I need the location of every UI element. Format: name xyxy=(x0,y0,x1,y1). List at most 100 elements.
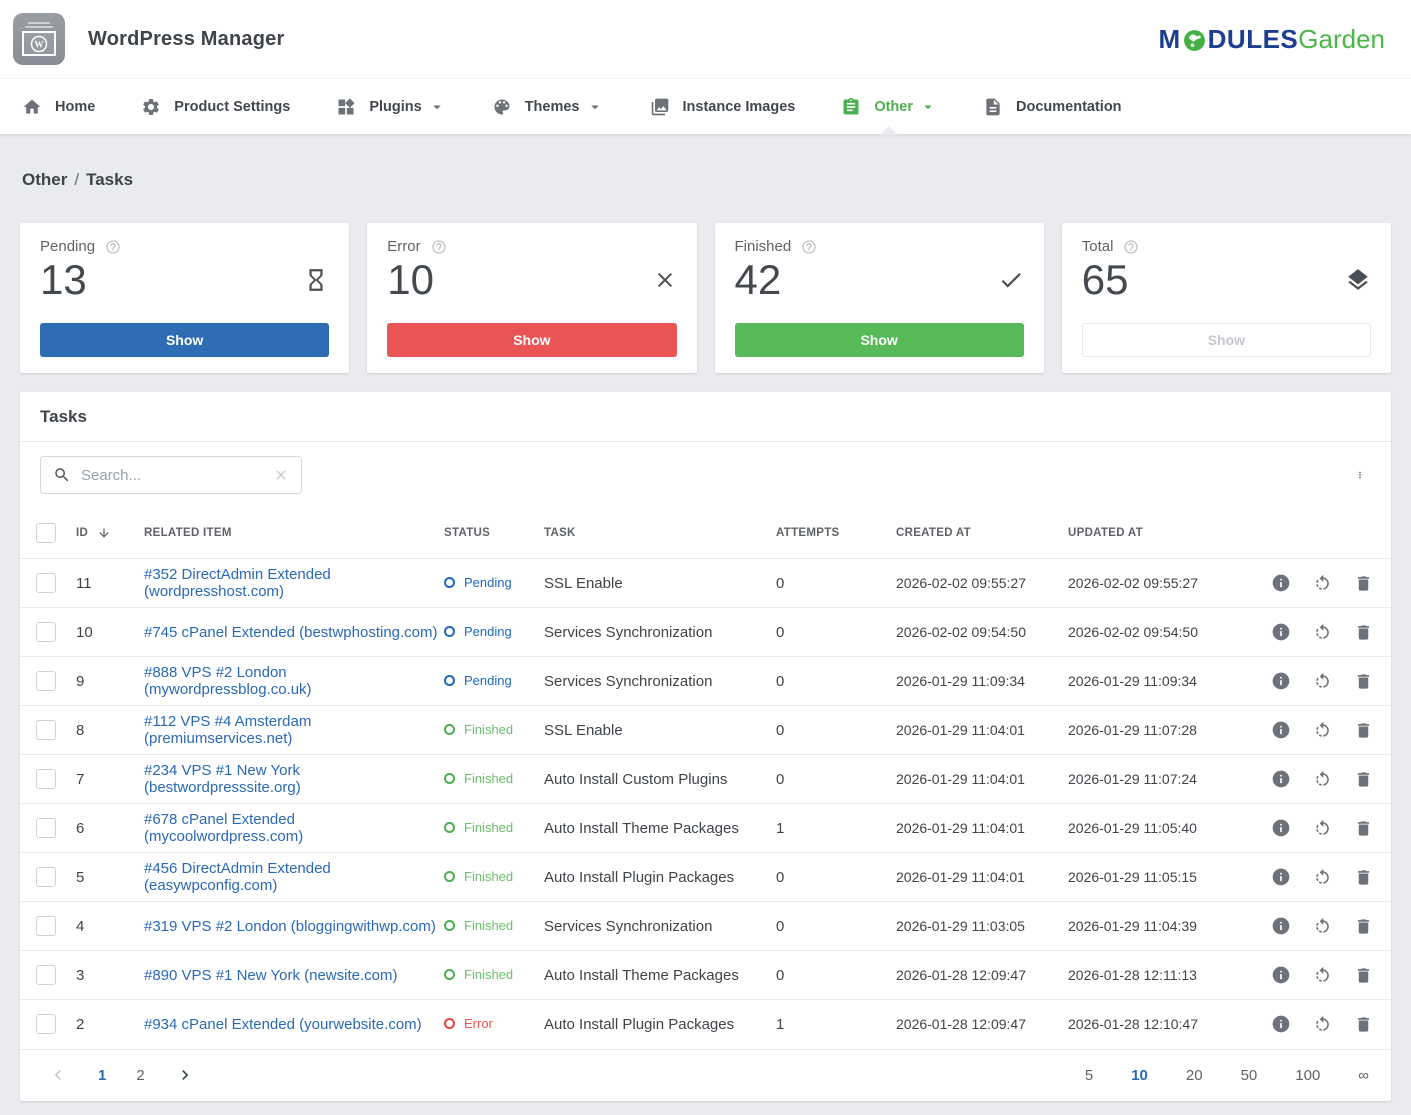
error-show-button[interactable]: Show xyxy=(387,323,676,357)
column-header-attempts: ATTEMPTS xyxy=(776,508,896,559)
help-icon[interactable] xyxy=(431,239,447,255)
retry-icon[interactable] xyxy=(1313,966,1332,985)
row-checkbox[interactable] xyxy=(36,573,56,593)
delete-icon[interactable] xyxy=(1354,721,1373,740)
info-icon[interactable] xyxy=(1271,720,1291,740)
pending-show-button[interactable]: Show xyxy=(40,323,329,357)
updated-at-value: 2026-01-29 11:04:39 xyxy=(1068,902,1270,951)
page-size-20[interactable]: 20 xyxy=(1186,1067,1203,1084)
column-header-id[interactable]: ID xyxy=(76,508,144,559)
task-id: 6 xyxy=(76,804,144,853)
page-size-10[interactable]: 10 xyxy=(1131,1067,1148,1084)
help-icon[interactable] xyxy=(801,239,817,255)
task-name: Services Synchronization xyxy=(544,902,776,951)
row-checkbox[interactable] xyxy=(36,818,56,838)
nav-item-product-settings[interactable]: Product Settings xyxy=(141,79,290,135)
nav-item-themes[interactable]: Themes xyxy=(492,79,604,135)
nav-item-plugins[interactable]: Plugins xyxy=(336,79,445,135)
help-icon[interactable] xyxy=(105,239,121,255)
nav-item-home[interactable]: Home xyxy=(22,79,95,135)
delete-icon[interactable] xyxy=(1354,917,1373,936)
related-item-link[interactable]: #888 VPS #2 London (mywordpressblog.co.u… xyxy=(144,664,312,698)
table-footer: 1 2 5 10 20 50 100 ∞ xyxy=(20,1049,1391,1101)
delete-icon[interactable] xyxy=(1354,623,1373,642)
card-label: Pending xyxy=(40,238,95,255)
delete-icon[interactable] xyxy=(1354,672,1373,691)
retry-icon[interactable] xyxy=(1313,819,1332,838)
help-icon[interactable] xyxy=(1123,239,1139,255)
nav-item-documentation[interactable]: Documentation xyxy=(983,79,1122,135)
retry-icon[interactable] xyxy=(1313,574,1332,593)
next-page-icon[interactable] xyxy=(175,1065,195,1085)
status-badge: Pending xyxy=(444,673,512,688)
retry-icon[interactable] xyxy=(1313,868,1332,887)
status-badge: Finished xyxy=(444,918,513,933)
row-checkbox[interactable] xyxy=(36,720,56,740)
info-icon[interactable] xyxy=(1271,867,1291,887)
related-item-link[interactable]: #234 VPS #1 New York (bestwordpresssite.… xyxy=(144,762,301,796)
column-label: ID xyxy=(76,527,88,539)
task-id: 9 xyxy=(76,657,144,706)
page-number-2[interactable]: 2 xyxy=(136,1067,144,1084)
status-badge: Error xyxy=(444,1016,493,1031)
info-icon[interactable] xyxy=(1271,671,1291,691)
related-item-link[interactable]: #112 VPS #4 Amsterdam (premiumservices.n… xyxy=(144,713,311,747)
row-checkbox[interactable] xyxy=(36,769,56,789)
row-checkbox[interactable] xyxy=(36,867,56,887)
related-item-link[interactable]: #678 cPanel Extended (mycoolwordpress.co… xyxy=(144,811,303,845)
task-id: 7 xyxy=(76,755,144,804)
info-icon[interactable] xyxy=(1271,573,1291,593)
row-checkbox[interactable] xyxy=(36,622,56,642)
related-item-link[interactable]: #934 cPanel Extended (yourwebsite.com) xyxy=(144,1016,422,1033)
search-input[interactable] xyxy=(81,467,273,484)
more-options-icon[interactable] xyxy=(1349,464,1371,486)
info-icon[interactable] xyxy=(1271,622,1291,642)
page-size-100[interactable]: 100 xyxy=(1295,1067,1320,1084)
related-item-link[interactable]: #352 DirectAdmin Extended (wordpresshost… xyxy=(144,566,331,600)
related-item-link[interactable]: #745 cPanel Extended (bestwphosting.com) xyxy=(144,624,438,641)
page-size-50[interactable]: 50 xyxy=(1241,1067,1258,1084)
search-box xyxy=(40,456,302,494)
globe-icon xyxy=(1182,28,1207,53)
nav-item-instance-images[interactable]: Instance Images xyxy=(650,79,796,135)
updated-at-value: 2026-01-29 11:07:24 xyxy=(1068,755,1270,804)
related-item-link[interactable]: #890 VPS #1 New York (newsite.com) xyxy=(144,967,397,984)
delete-icon[interactable] xyxy=(1354,966,1373,985)
retry-icon[interactable] xyxy=(1313,623,1332,642)
status-badge: Finished xyxy=(444,722,513,737)
page-size-unlimited[interactable]: ∞ xyxy=(1358,1067,1369,1084)
attempts-value: 0 xyxy=(776,608,896,657)
page-size-5[interactable]: 5 xyxy=(1085,1067,1093,1084)
delete-icon[interactable] xyxy=(1354,1015,1373,1034)
delete-icon[interactable] xyxy=(1354,770,1373,789)
page-number-1[interactable]: 1 xyxy=(98,1067,106,1084)
select-all-checkbox[interactable] xyxy=(36,523,56,543)
related-item-link[interactable]: #319 VPS #2 London (bloggingwithwp.com) xyxy=(144,918,436,935)
info-icon[interactable] xyxy=(1271,818,1291,838)
task-name: Services Synchronization xyxy=(544,657,776,706)
table-row: 2 #934 cPanel Extended (yourwebsite.com)… xyxy=(20,1000,1391,1049)
info-icon[interactable] xyxy=(1271,1014,1291,1034)
delete-icon[interactable] xyxy=(1354,868,1373,887)
retry-icon[interactable] xyxy=(1313,721,1332,740)
nav-label: Home xyxy=(55,99,95,115)
row-checkbox[interactable] xyxy=(36,1014,56,1034)
row-checkbox[interactable] xyxy=(36,965,56,985)
delete-icon[interactable] xyxy=(1354,819,1373,838)
row-checkbox[interactable] xyxy=(36,916,56,936)
table-row: 7 #234 VPS #1 New York (bestwordpresssit… xyxy=(20,755,1391,804)
row-checkbox[interactable] xyxy=(36,671,56,691)
retry-icon[interactable] xyxy=(1313,672,1332,691)
breadcrumb-section[interactable]: Other xyxy=(22,170,67,189)
info-icon[interactable] xyxy=(1271,769,1291,789)
clear-search-icon[interactable] xyxy=(273,467,289,483)
info-icon[interactable] xyxy=(1271,916,1291,936)
finished-show-button[interactable]: Show xyxy=(735,323,1024,357)
delete-icon[interactable] xyxy=(1354,574,1373,593)
retry-icon[interactable] xyxy=(1313,770,1332,789)
nav-item-other[interactable]: Other xyxy=(841,79,937,135)
retry-icon[interactable] xyxy=(1313,917,1332,936)
related-item-link[interactable]: #456 DirectAdmin Extended (easywpconfig.… xyxy=(144,860,331,894)
retry-icon[interactable] xyxy=(1313,1015,1332,1034)
info-icon[interactable] xyxy=(1271,965,1291,985)
